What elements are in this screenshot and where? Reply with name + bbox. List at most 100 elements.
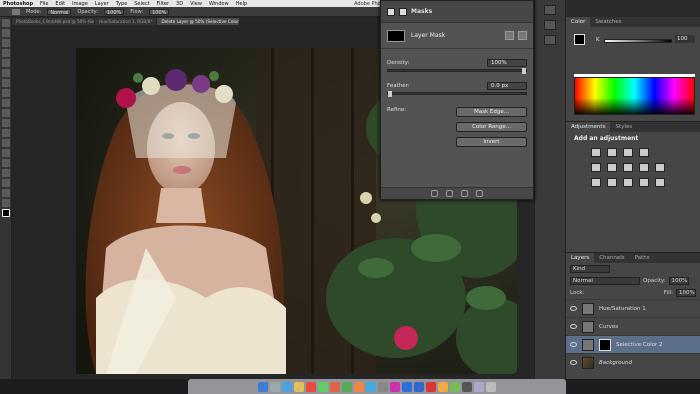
- gradient-map-icon[interactable]: [639, 178, 649, 187]
- zoom-tool-icon[interactable]: [1, 199, 10, 207]
- visibility-eye-icon[interactable]: [570, 306, 577, 311]
- eyedropper-tool-icon[interactable]: [1, 69, 10, 77]
- shape-tool-icon[interactable]: [1, 179, 10, 187]
- healing-tool-icon[interactable]: [1, 79, 10, 87]
- trash-icon[interactable]: [476, 190, 483, 197]
- pen-tool-icon[interactable]: [1, 149, 10, 157]
- layer-row-selected[interactable]: Selective Color 2: [566, 335, 700, 353]
- messages-icon[interactable]: [318, 381, 328, 392]
- density-slider-handle[interactable]: [522, 68, 526, 74]
- mask-edge-button[interactable]: Mask Edge...: [456, 107, 527, 117]
- layer-row[interactable]: Background: [566, 353, 700, 371]
- dodge-tool-icon[interactable]: [1, 139, 10, 147]
- brush-preset-icon[interactable]: [12, 8, 20, 15]
- black-white-icon[interactable]: [639, 163, 649, 172]
- pages-icon[interactable]: [354, 381, 364, 392]
- type-tool-icon[interactable]: [1, 159, 10, 167]
- foreground-color-swatch[interactable]: [574, 34, 585, 45]
- exposure-icon[interactable]: [639, 148, 649, 157]
- toggle-mask-eye-icon[interactable]: [461, 190, 468, 197]
- menu-window[interactable]: Window: [209, 1, 229, 7]
- history-brush-tool-icon[interactable]: [1, 109, 10, 117]
- menu-help[interactable]: Help: [236, 1, 247, 7]
- doc-tab[interactable]: PhotoBooks_ClimbHill.psd @ 50% (Selectiv…: [12, 18, 94, 25]
- invert-button[interactable]: Invert: [456, 137, 527, 147]
- brush-panel-icon[interactable]: [544, 35, 556, 45]
- mode-select[interactable]: Normal: [47, 8, 72, 16]
- marquee-tool-icon[interactable]: [1, 29, 10, 37]
- app-icon[interactable]: [390, 381, 400, 392]
- menu-layer[interactable]: Layer: [95, 1, 109, 7]
- menu-select[interactable]: Select: [134, 1, 149, 7]
- hue-saturation-icon[interactable]: [607, 163, 617, 172]
- color-balance-icon[interactable]: [623, 163, 633, 172]
- safari-icon[interactable]: [282, 381, 292, 392]
- doc-tab[interactable]: Hue/Saturation 1, RGB/8*: [95, 18, 157, 25]
- layer-opacity-field[interactable]: 100%: [668, 277, 689, 285]
- acrobat-icon[interactable]: [426, 381, 436, 392]
- menu-filter[interactable]: Filter: [157, 1, 169, 7]
- doc-tab-active[interactable]: Delete Layer @ 50% (Selective Color 2, L…: [157, 18, 240, 25]
- levels-icon[interactable]: [607, 148, 617, 157]
- app-menu[interactable]: Photoshop: [3, 1, 33, 7]
- foreground-color-swatch[interactable]: [1, 209, 10, 217]
- quick-select-tool-icon[interactable]: [1, 49, 10, 57]
- gradient-tool-icon[interactable]: [1, 129, 10, 137]
- crop-tool-icon[interactable]: [1, 59, 10, 67]
- lasso-tool-icon[interactable]: [1, 39, 10, 47]
- curves-icon[interactable]: [623, 148, 633, 157]
- posterize-icon[interactable]: [607, 178, 617, 187]
- tab-adjustments[interactable]: Adjustments: [566, 122, 611, 132]
- layer-filter-select[interactable]: Kind: [570, 265, 610, 273]
- menu-3d[interactable]: 3D: [176, 1, 183, 7]
- tab-paths[interactable]: Paths: [630, 253, 655, 263]
- tab-layers[interactable]: Layers: [566, 253, 595, 263]
- tab-swatches[interactable]: Swatches: [590, 17, 626, 27]
- pixel-mask-button[interactable]: [505, 31, 514, 40]
- brightness-contrast-icon[interactable]: [591, 148, 601, 157]
- menu-file[interactable]: File: [40, 1, 48, 7]
- launchpad-icon[interactable]: [270, 381, 280, 392]
- photo-filter-icon[interactable]: [655, 163, 665, 172]
- feather-field[interactable]: 0.0 px: [487, 82, 527, 90]
- menu-edit[interactable]: Edit: [55, 1, 65, 7]
- photoshop-icon[interactable]: [402, 381, 412, 392]
- properties-panel-icon[interactable]: [544, 20, 556, 30]
- flow-field[interactable]: 100%: [149, 8, 170, 16]
- menu-image[interactable]: Image: [72, 1, 88, 7]
- apply-mask-icon[interactable]: [446, 190, 453, 197]
- layer-fill-field[interactable]: 100%: [676, 289, 696, 297]
- selective-color-icon[interactable]: [655, 178, 665, 187]
- history-panel-icon[interactable]: [544, 5, 556, 15]
- menu-type[interactable]: Type: [116, 1, 127, 7]
- feather-slider-handle[interactable]: [388, 91, 392, 97]
- music-icon[interactable]: [330, 381, 340, 392]
- numbers-icon[interactable]: [342, 381, 352, 392]
- visibility-eye-icon[interactable]: [570, 342, 577, 347]
- vector-mask-button[interactable]: [518, 31, 527, 40]
- calendar-icon[interactable]: [306, 381, 316, 392]
- load-selection-icon[interactable]: [431, 190, 438, 197]
- k-channel-slider[interactable]: [604, 39, 672, 43]
- settings-icon[interactable]: [378, 381, 388, 392]
- color-spectrum[interactable]: [574, 77, 695, 115]
- mask-icon[interactable]: [399, 7, 407, 16]
- tab-styles[interactable]: Styles: [610, 122, 637, 132]
- visibility-eye-icon[interactable]: [570, 324, 577, 329]
- mask-thumbnail[interactable]: [387, 29, 405, 42]
- adjustment-icon[interactable]: [387, 7, 395, 16]
- visibility-eye-icon[interactable]: [570, 360, 577, 365]
- keynote-icon[interactable]: [366, 381, 376, 392]
- path-select-tool-icon[interactable]: [1, 169, 10, 177]
- hand-tool-icon[interactable]: [1, 189, 10, 197]
- menu-view[interactable]: View: [190, 1, 202, 7]
- trash-icon[interactable]: [486, 381, 496, 392]
- tab-channels[interactable]: Channels: [594, 253, 629, 263]
- clone-stamp-tool-icon[interactable]: [1, 99, 10, 107]
- invert-icon[interactable]: [591, 178, 601, 187]
- app-icon[interactable]: [450, 381, 460, 392]
- layer-row[interactable]: Curves: [566, 317, 700, 335]
- color-range-button[interactable]: Color Range...: [456, 122, 527, 132]
- vibrance-icon[interactable]: [591, 163, 601, 172]
- illustrator-icon[interactable]: [438, 381, 448, 392]
